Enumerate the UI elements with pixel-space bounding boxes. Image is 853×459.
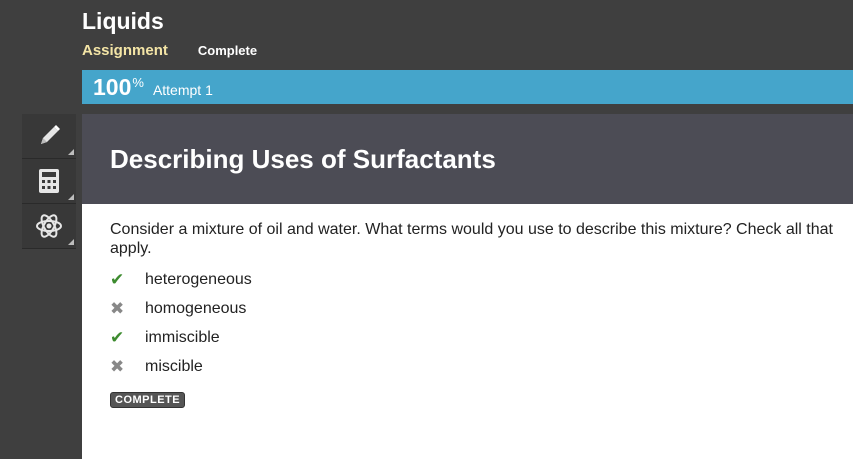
question-title: Describing Uses of Surfactants <box>110 143 496 174</box>
answer-option: ✖ homogeneous <box>110 294 853 323</box>
answer-option-label: immiscible <box>145 328 220 346</box>
question-body: Consider a mixture of oil and water. Wha… <box>82 204 853 408</box>
calculator-icon <box>39 169 59 193</box>
progress-percent-sign: % <box>132 75 144 90</box>
answer-option: ✔ heterogeneous <box>110 265 853 294</box>
assignment-label: Assignment <box>82 42 168 59</box>
tool-menu-indicator <box>68 194 74 200</box>
calculator-tool-button[interactable] <box>22 159 76 204</box>
attempt-label: Attempt 1 <box>152 82 213 98</box>
progress-content: 100 % Attempt 1 <box>93 74 213 101</box>
answer-option-label: heterogeneous <box>145 270 252 288</box>
answer-options: ✔ heterogeneous ✖ homogeneous ✔ immiscib… <box>110 265 853 381</box>
answer-option-label: homogeneous <box>145 299 247 317</box>
question-header: Describing Uses of Surfactants <box>82 114 853 204</box>
tool-menu-indicator <box>68 149 74 155</box>
pencil-tool-button[interactable] <box>22 114 76 159</box>
cross-icon: ✖ <box>110 298 125 319</box>
progress-percent: 100 <box>93 74 132 100</box>
checkmark-icon: ✔ <box>110 327 125 348</box>
tool-sidebar <box>22 114 76 249</box>
answer-option: ✔ immiscible <box>110 323 853 352</box>
assignment-page: Liquids Assignment Complete 100 % Attemp… <box>0 0 853 459</box>
cross-icon: ✖ <box>110 356 125 377</box>
answer-option-label: miscible <box>145 357 203 375</box>
checkmark-icon: ✔ <box>110 269 125 290</box>
question-panel: Describing Uses of Surfactants Consider … <box>82 114 853 459</box>
periodic-table-tool-button[interactable] <box>22 204 76 249</box>
atom-icon <box>36 214 62 238</box>
assignment-status: Complete <box>197 43 258 58</box>
complete-status-badge: COMPLETE <box>110 392 186 408</box>
answer-option: ✖ miscible <box>110 352 853 381</box>
tool-menu-indicator <box>68 239 74 245</box>
assignment-subheader: Assignment Complete <box>82 42 257 59</box>
question-prompt: Consider a mixture of oil and water. Wha… <box>110 221 833 257</box>
page-title: Liquids <box>82 8 164 34</box>
pencil-icon <box>41 125 60 144</box>
progress-bar: 100 % Attempt 1 <box>82 70 853 104</box>
